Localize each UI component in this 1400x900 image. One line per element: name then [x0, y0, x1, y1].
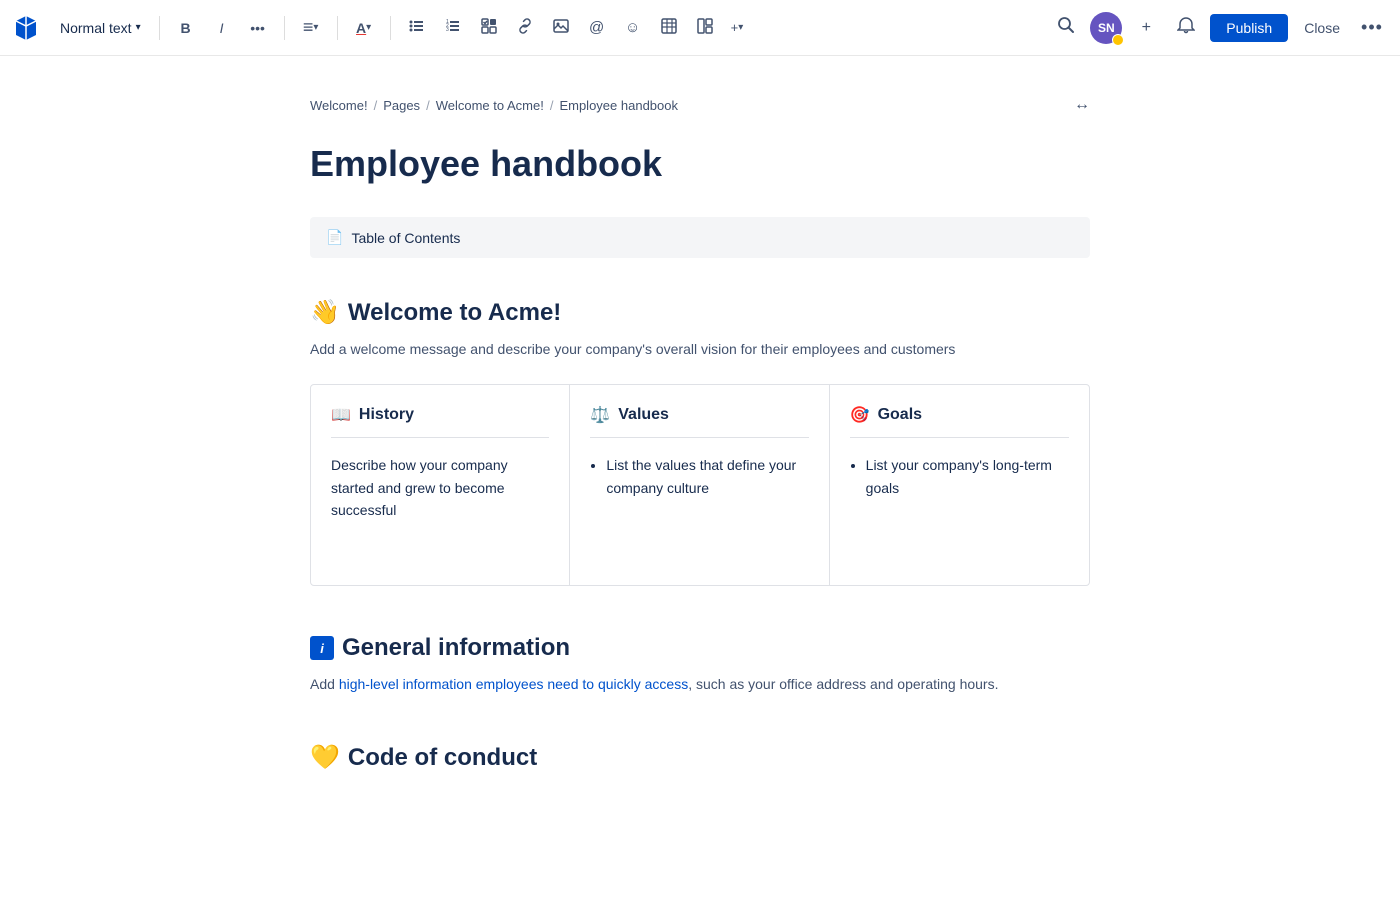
- welcome-heading: 👋 Welcome to Acme!: [310, 298, 1090, 327]
- values-card-divider: [590, 437, 808, 438]
- avatar[interactable]: SN: [1090, 12, 1122, 44]
- values-emoji: ⚖️: [590, 405, 610, 425]
- values-card-body: List the values that define your company…: [590, 454, 808, 499]
- general-info-subtitle: Add high-level information employees nee…: [310, 674, 1090, 695]
- notifications-button[interactable]: [1170, 12, 1202, 44]
- mention-button[interactable]: @: [581, 12, 613, 44]
- breadcrumb-pages[interactable]: Pages: [383, 98, 420, 113]
- history-card[interactable]: 📖 History Describe how your company star…: [311, 385, 570, 585]
- task-list-icon: [481, 18, 497, 37]
- breadcrumb: Welcome! / Pages / Welcome to Acme! / Em…: [310, 96, 1090, 114]
- chevron-down-icon: ▾: [136, 22, 141, 33]
- goals-card-divider: [850, 437, 1069, 438]
- bullet-list-icon: [409, 18, 425, 37]
- content-area: Welcome! / Pages / Welcome to Acme! / Em…: [250, 56, 1150, 900]
- breadcrumb-welcome-acme[interactable]: Welcome to Acme!: [436, 98, 544, 113]
- toolbar: Normal text ▾ B I ••• ≡ ▾ A ▾ 123: [0, 0, 1400, 56]
- code-conduct-heading: 💛 Code of conduct: [310, 743, 1090, 772]
- history-card-divider: [331, 437, 549, 438]
- breadcrumb-welcome[interactable]: Welcome!: [310, 98, 368, 113]
- expand-icon: ↔: [1074, 96, 1090, 114]
- goals-card-body: List your company's long-term goals: [850, 454, 1069, 499]
- bullet-list-button[interactable]: [401, 12, 433, 44]
- link-button[interactable]: [509, 12, 541, 44]
- general-info-link[interactable]: high-level information employees need to…: [339, 676, 688, 692]
- close-button[interactable]: Close: [1296, 14, 1348, 42]
- table-button[interactable]: [653, 12, 685, 44]
- emoji-button[interactable]: ☺: [617, 12, 649, 44]
- goals-card-title: 🎯 Goals: [850, 405, 1069, 425]
- more-text-button[interactable]: •••: [242, 12, 274, 44]
- code-conduct-section: 💛 Code of conduct: [310, 743, 1090, 772]
- toc-icon: 📄: [326, 229, 343, 246]
- page-title: Employee handbook: [310, 142, 1090, 185]
- history-emoji: 📖: [331, 405, 351, 425]
- svg-text:3: 3: [446, 27, 449, 33]
- toolbar-separator-3: [337, 16, 338, 40]
- text-style-label: Normal text: [60, 20, 132, 36]
- breadcrumb-sep-3: /: [550, 98, 554, 113]
- breadcrumb-handbook[interactable]: Employee handbook: [559, 98, 678, 113]
- more-options-button[interactable]: •••: [1356, 12, 1388, 44]
- breadcrumb-expand[interactable]: ↔: [1074, 96, 1090, 114]
- emoji-icon: ☺: [625, 19, 640, 36]
- insert-icon: +: [731, 20, 739, 35]
- breadcrumb-sep-2: /: [426, 98, 430, 113]
- numbered-list-icon: 123: [445, 18, 461, 37]
- toolbar-separator-4: [390, 16, 391, 40]
- code-conduct-emoji: 💛: [310, 743, 340, 772]
- image-button[interactable]: [545, 12, 577, 44]
- info-emoji: i: [310, 636, 334, 660]
- layout-button[interactable]: [689, 12, 721, 44]
- bold-button[interactable]: B: [170, 12, 202, 44]
- search-button[interactable]: [1050, 12, 1082, 44]
- layout-icon: [697, 18, 713, 37]
- values-card-title: ⚖️ Values: [590, 405, 808, 425]
- toc-block[interactable]: 📄 Table of Contents: [310, 217, 1090, 258]
- invite-button[interactable]: +: [1130, 12, 1162, 44]
- toc-label: Table of Contents: [351, 230, 460, 246]
- insert-button[interactable]: + ▾: [725, 12, 750, 44]
- numbered-list-button[interactable]: 123: [437, 12, 469, 44]
- values-card[interactable]: ⚖️ Values List the values that define yo…: [570, 385, 829, 585]
- goals-emoji: 🎯: [850, 405, 870, 425]
- toolbar-separator-1: [159, 16, 160, 40]
- welcome-subtitle: Add a welcome message and describe your …: [310, 339, 1090, 360]
- breadcrumb-sep-1: /: [374, 98, 378, 113]
- general-info-section: i General information Add high-level inf…: [310, 634, 1090, 695]
- image-icon: [553, 18, 569, 37]
- more-options-icon: •••: [1361, 17, 1383, 38]
- align-icon: ≡: [303, 17, 314, 38]
- chevron-down-icon-insert: ▾: [738, 22, 743, 33]
- link-icon: [517, 18, 533, 37]
- welcome-heading-text: Welcome to Acme!: [348, 299, 561, 327]
- history-card-body: Describe how your company started and gr…: [331, 454, 549, 521]
- cards-grid: 📖 History Describe how your company star…: [310, 384, 1090, 586]
- mention-icon: @: [589, 19, 604, 36]
- table-icon: [661, 18, 677, 37]
- general-info-heading: i General information: [310, 634, 1090, 662]
- align-button[interactable]: ≡ ▾: [295, 12, 327, 44]
- toolbar-right: SN + Publish Close •••: [1050, 12, 1388, 44]
- welcome-section: 👋 Welcome to Acme! Add a welcome message…: [310, 298, 1090, 586]
- add-user-icon: +: [1142, 19, 1151, 37]
- chevron-down-icon-color: ▾: [366, 22, 371, 33]
- goals-card[interactable]: 🎯 Goals List your company's long-term go…: [830, 385, 1089, 585]
- history-card-title: 📖 History: [331, 405, 549, 425]
- chevron-down-icon-align: ▾: [313, 22, 318, 33]
- bell-icon: [1177, 16, 1195, 39]
- publish-button[interactable]: Publish: [1210, 14, 1288, 42]
- text-color-button[interactable]: A ▾: [348, 12, 380, 44]
- task-list-button[interactable]: [473, 12, 505, 44]
- toolbar-separator-2: [284, 16, 285, 40]
- avatar-badge: [1112, 34, 1124, 46]
- welcome-emoji: 👋: [310, 298, 340, 327]
- app-logo: [12, 14, 40, 42]
- text-style-dropdown[interactable]: Normal text ▾: [52, 16, 149, 40]
- search-icon: [1057, 16, 1075, 39]
- text-color-icon: A: [356, 20, 366, 36]
- italic-button[interactable]: I: [206, 12, 238, 44]
